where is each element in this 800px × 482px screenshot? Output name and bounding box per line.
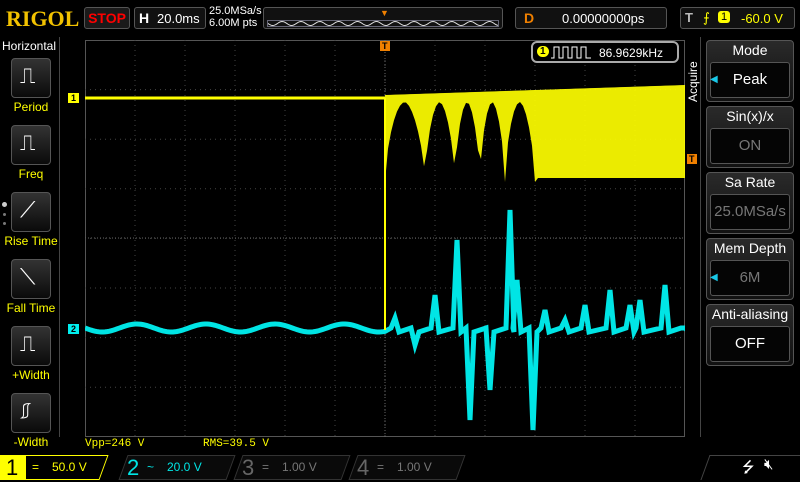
menu-item-value: OFF (710, 326, 790, 362)
measure-label: +Width (12, 368, 50, 382)
square-wave-icon (551, 46, 591, 59)
trigger-label: T (685, 10, 693, 25)
menu-item-label: Mode (732, 42, 768, 58)
rigol-logo: RIGOL (6, 6, 80, 31)
timebase-value: 20.0ms (157, 11, 200, 26)
measure-label: Fall Time (6, 301, 56, 315)
trigger-time-marker[interactable]: T (380, 41, 390, 51)
measure-label: Period (13, 100, 49, 114)
ch1-marker[interactable]: 1 (68, 93, 80, 103)
measure-label: -Width (13, 435, 49, 449)
menu-item-label: Sa Rate (724, 174, 776, 190)
measure-freq-button[interactable]: ⎍ (11, 125, 51, 165)
rise-time-icon: ⟋ (20, 197, 36, 222)
acquire-mem-depth-button[interactable]: Mem Depth 6M ◀ (706, 238, 794, 300)
mute-icon[interactable]: 🔇︎ (764, 456, 773, 473)
menu-item-value: ON (710, 128, 790, 164)
ch1-trace-envelope (385, 85, 685, 182)
measure-label: Freq (18, 167, 44, 181)
channel-scale: 1.00 V (282, 460, 317, 474)
waveform-overview[interactable]: ▼ (263, 7, 503, 29)
frequency-counter: 1 86.9629kHz (531, 41, 679, 63)
channel-number: 1 (6, 455, 19, 480)
trigger-source: 1 (718, 11, 731, 23)
counter-value: 86.9629kHz (599, 46, 664, 60)
coupling-icon: = (32, 460, 40, 474)
menu-item-label: Sin(x)/x (726, 108, 774, 124)
counter-channel: 1 (537, 46, 549, 57)
page-dot-active[interactable] (2, 202, 7, 207)
rising-edge-icon: ⨍ (703, 10, 710, 25)
period-icon: ⎍ (20, 63, 36, 88)
measure-label: Rise Time (4, 234, 58, 248)
menu-item-value: 6M (710, 260, 790, 296)
select-arrow-icon: ◀ (710, 272, 718, 283)
coupling-icon: = (262, 460, 270, 474)
ch2-marker[interactable]: 2 (68, 324, 80, 334)
channel-scale: 20.0 V (167, 460, 202, 474)
select-arrow-icon: ◀ (710, 74, 718, 85)
channel-scale: 50.0 V (52, 460, 87, 474)
channel-number: 2 (127, 455, 140, 480)
freq-icon: ⎍ (20, 130, 36, 155)
measure--width-button[interactable]: ⎍ (11, 326, 51, 366)
menu-item-value: Peak (710, 62, 790, 98)
timebase-label: H (139, 10, 150, 26)
acquire-mode-button[interactable]: Mode Peak ◀ (706, 40, 794, 102)
trigger-position-icon: ▼ (380, 8, 389, 18)
run-stop-button[interactable]: STOP (84, 7, 130, 29)
acquire-anti-aliasing-button[interactable]: Anti-aliasing OFF (706, 304, 794, 366)
trigger-box[interactable]: T ⨍ 1 -60.0 V (680, 7, 795, 29)
memory-overview (267, 20, 499, 27)
plus-width-icon: ⎍ (20, 331, 36, 356)
acquire-menu-title: Acquire (686, 61, 700, 102)
page-dot[interactable] (3, 213, 6, 216)
fall-time-icon: ⟍ (20, 264, 36, 289)
measure-fall-time-button[interactable]: ⟍ (11, 259, 51, 299)
channel-number: 4 (357, 455, 370, 480)
coupling-icon: = (377, 460, 385, 474)
delay-value: 0.00000000ps (562, 11, 645, 26)
vpp-measurement: Vpp=246 V (85, 438, 145, 450)
measure-panel-title: Horizontal (2, 39, 57, 53)
minus-width-icon: ⎎ (20, 398, 32, 423)
trigger-level-marker[interactable]: T (687, 154, 697, 164)
delay-label: D (524, 10, 535, 26)
menu-item-label: Anti-aliasing (711, 306, 789, 322)
sample-rate: 25.0MSa/s (209, 5, 262, 17)
menu-item-value: 25.0MSa/s (710, 194, 790, 230)
acquire-sin-x-x-button[interactable]: Sin(x)/x ON (706, 106, 794, 168)
trigger-level: -60.0 V (741, 11, 783, 26)
measure--width-button[interactable]: ⎎ (11, 393, 51, 433)
waveform-grid[interactable] (85, 40, 685, 437)
delay-box[interactable]: D 0.00000000ps (515, 7, 667, 29)
memory-points: 6.00M pts (209, 17, 258, 29)
acquisition-info: 25.0MSa/s 6.00M pts (209, 5, 262, 29)
timebase-box[interactable]: H 20.0ms (134, 7, 206, 29)
page-dot[interactable] (3, 222, 6, 225)
usb-icon: ⭍ (742, 459, 755, 476)
channel-scale: 1.00 V (397, 460, 432, 474)
measure-rise-time-button[interactable]: ⟋ (11, 192, 51, 232)
measure-period-button[interactable]: ⎍ (11, 58, 51, 98)
coupling-icon: ~ (147, 460, 155, 474)
rms-measurement: RMS=39.5 V (203, 438, 270, 450)
menu-item-label: Mem Depth (713, 240, 787, 256)
acquire-sa-rate-button[interactable]: Sa Rate 25.0MSa/s (706, 172, 794, 234)
channel-number: 3 (242, 455, 255, 480)
